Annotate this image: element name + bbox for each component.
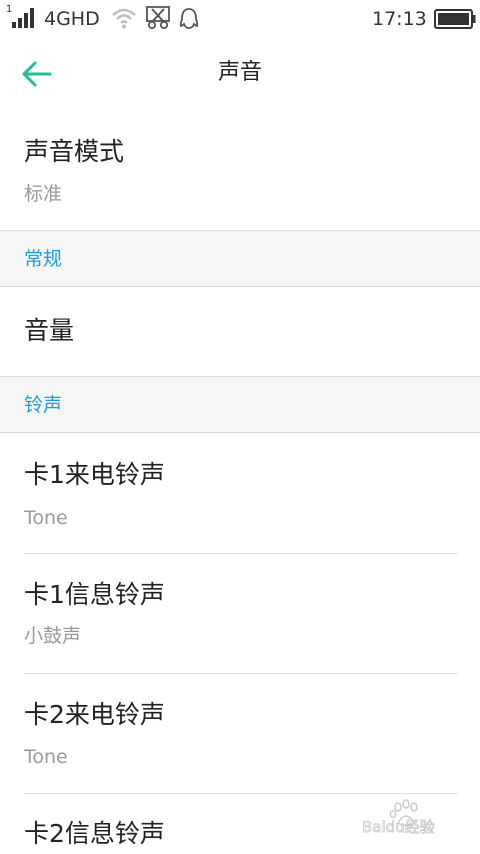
volume-item[interactable]: 音量 — [0, 287, 480, 376]
battery-icon — [434, 9, 476, 29]
volume-label: 音量 — [24, 316, 75, 345]
title-bar: 声音 — [0, 40, 480, 106]
sim2-call-ringtone-value: Tone — [24, 746, 68, 768]
svg-text:Baidu经验: Baidu经验 — [362, 818, 435, 836]
scissors-icon — [146, 6, 170, 30]
sim1-message-ringtone-value: 小鼓声 — [24, 625, 82, 647]
baidu-watermark-logo: Baidu经验 — [362, 799, 435, 836]
wifi-icon — [112, 8, 136, 29]
section-header-general: 常规 — [0, 230, 480, 287]
sound-mode-label: 声音模式 — [24, 137, 125, 166]
sim1-message-ringtone-item[interactable]: 卡1信息铃声 小鼓声 — [0, 554, 480, 673]
sim2-call-ringtone-label: 卡2来电铃声 — [24, 700, 165, 729]
section-header-ringtone-label: 铃声 — [24, 394, 63, 416]
signal-icon — [12, 8, 34, 28]
sim2-message-ringtone-label: 卡2信息铃声 — [24, 819, 165, 848]
sim1-call-ringtone-label: 卡1来电铃声 — [24, 460, 165, 489]
sim2-call-ringtone-item[interactable]: 卡2来电铃声 Tone — [0, 674, 480, 793]
qq-icon — [179, 8, 199, 29]
section-header-general-label: 常规 — [24, 248, 63, 270]
sim1-call-ringtone-value: Tone — [24, 507, 68, 529]
page-title: 声音 — [217, 60, 262, 85]
sim1-message-ringtone-label: 卡1信息铃声 — [24, 580, 165, 609]
network-type-label: 4GHD — [44, 8, 100, 30]
sound-mode-value: 标准 — [24, 183, 63, 205]
clock-time: 17:13 — [372, 8, 427, 30]
section-header-ringtone: 铃声 — [0, 376, 480, 433]
sound-mode-item[interactable]: 声音模式 标准 — [0, 106, 480, 230]
sim1-call-ringtone-item[interactable]: 卡1来电铃声 Tone — [0, 433, 480, 553]
status-bar: 1 4GHD 17:13 — [0, 0, 480, 40]
